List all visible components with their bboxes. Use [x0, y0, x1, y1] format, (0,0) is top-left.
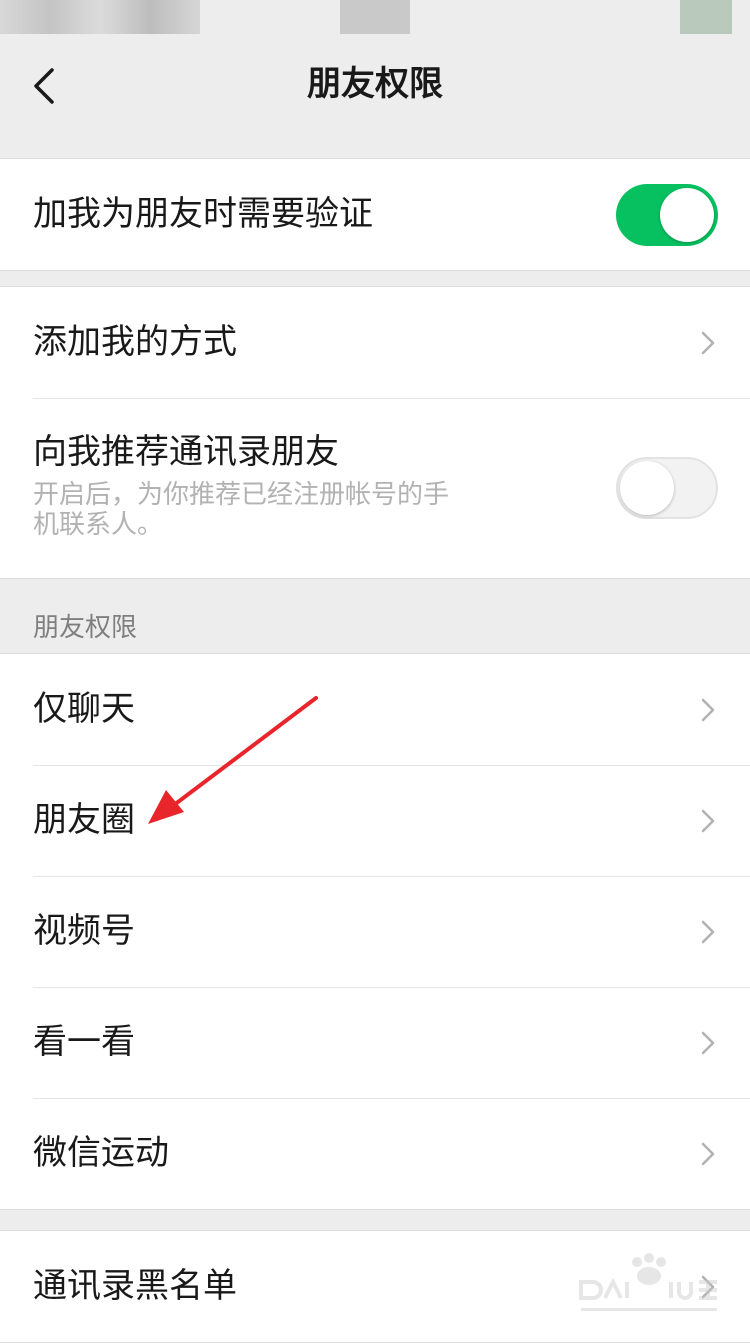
recommend-row: 向我推荐通讯录朋友 开启后，为你推荐已经注册帐号的手机联系人。: [0, 398, 750, 578]
list-item-chat-only[interactable]: 仅聊天: [0, 654, 750, 765]
watermark-logo-icon: [579, 1253, 717, 1311]
annotation-arrow-icon: [148, 696, 318, 824]
status-bar: [0, 0, 750, 34]
list-item-label: 看一看: [33, 1022, 135, 1062]
toggle-knob: [660, 187, 714, 242]
status-bar-blur: [0, 0, 200, 34]
section-header-friend-permissions: 朋友权限: [33, 613, 138, 643]
list-item-label: 微信运动: [33, 1133, 169, 1173]
chevron-right-icon: [701, 809, 715, 832]
list-item-label: 朋友圈: [33, 800, 135, 840]
recommend-label: 向我推荐通讯录朋友: [33, 432, 339, 472]
add-methods-row[interactable]: 添加我的方式: [0, 287, 750, 398]
verify-row[interactable]: 加我为朋友时需要验证: [0, 159, 750, 270]
recommend-toggle[interactable]: [616, 457, 718, 519]
chevron-right-icon: [701, 920, 715, 943]
chevron-right-icon: [701, 331, 715, 354]
verify-toggle[interactable]: [616, 183, 718, 246]
toggle-knob: [620, 461, 674, 515]
list-item-channels[interactable]: 视频号: [0, 876, 750, 987]
verify-label: 加我为朋友时需要验证: [33, 194, 373, 234]
navigation-bar: 朋友权限: [0, 34, 750, 134]
list-item-top-stories[interactable]: 看一看: [0, 987, 750, 1098]
status-bar-blur: [340, 0, 410, 34]
chevron-right-icon: [701, 698, 715, 721]
chevron-right-icon: [701, 1031, 715, 1054]
status-bar-blur: [680, 0, 732, 34]
list-item-moments[interactable]: 朋友圈: [0, 765, 750, 876]
add-methods-label: 添加我的方式: [33, 322, 237, 362]
blacklist-label: 通讯录黑名单: [33, 1266, 237, 1306]
list-item-label: 仅聊天: [33, 689, 135, 729]
recommend-description: 开启后，为你推荐已经注册帐号的手机联系人。: [33, 480, 450, 540]
chevron-right-icon: [701, 1142, 715, 1165]
discovery-group: 添加我的方式 向我推荐通讯录朋友 开启后，为你推荐已经注册帐号的手机联系人。: [0, 286, 750, 579]
friend-permissions-group: 仅聊天 朋友圈 视频号 看一看 微信运动: [0, 653, 750, 1210]
list-item-label: 视频号: [33, 911, 135, 951]
page-title: 朋友权限: [307, 64, 443, 104]
list-item-werun[interactable]: 微信运动: [0, 1098, 750, 1209]
verify-group: 加我为朋友时需要验证: [0, 158, 750, 271]
